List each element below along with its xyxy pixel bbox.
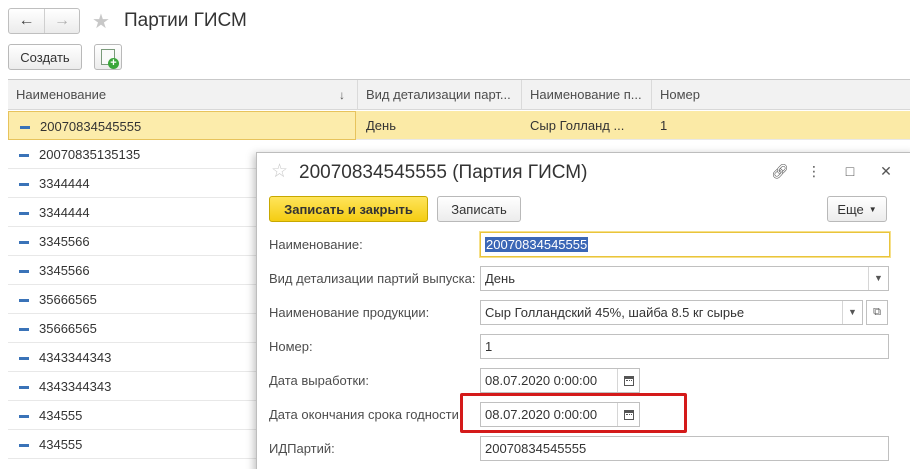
item-dash-icon <box>19 415 29 419</box>
name-label: Наименование: <box>269 237 363 252</box>
main-header: ← → ★ Партии ГИСМ <box>0 0 910 44</box>
row-name: 434555 <box>39 437 83 452</box>
write-button[interactable]: Записать <box>437 196 521 222</box>
chevron-down-icon[interactable]: ▼ <box>842 301 862 324</box>
row-name: 3345566 <box>39 234 90 249</box>
row-name: 4343344343 <box>39 379 112 394</box>
batch-id-field[interactable]: 20070834545555 <box>480 436 889 461</box>
detail-type-label: Вид детализации партий выпуска: <box>269 271 476 286</box>
table-row[interactable]: 20070834545555 День Сыр Голланд ... 1 <box>8 111 910 140</box>
row-detail-cell[interactable]: День <box>358 111 522 140</box>
item-dash-icon <box>19 444 29 448</box>
number-field[interactable]: 1 <box>480 334 889 359</box>
column-header-number[interactable]: Номер <box>652 80 910 110</box>
arrow-left-icon[interactable]: ← <box>9 9 44 33</box>
close-icon[interactable]: ✕ <box>879 163 893 180</box>
dialog-title: 20070834545555 (Партия ГИСМ) <box>299 162 588 183</box>
dialog-toolbar: Записать и закрыть Записать Еще ▼ <box>269 196 887 222</box>
item-dash-icon <box>19 357 29 361</box>
row-name: 20070835135135 <box>39 147 141 162</box>
column-header-product[interactable]: Наименование п... <box>522 80 652 110</box>
row-name: 4343344343 <box>39 350 112 365</box>
row-name: 3344444 <box>39 205 90 220</box>
row-name: 35666565 <box>39 321 97 336</box>
item-dash-icon <box>19 386 29 390</box>
red-highlight-frame <box>460 393 687 433</box>
chevron-down-icon: ▼ <box>868 204 877 214</box>
list-toolbar: Создать <box>8 44 122 70</box>
column-header-name[interactable]: Наименование ↓ <box>8 80 358 110</box>
row-name: 434555 <box>39 408 83 423</box>
production-date-label: Дата выработки: <box>269 373 370 388</box>
chevron-down-icon[interactable]: ▼ <box>868 267 888 290</box>
star-icon[interactable]: ☆ <box>271 160 288 183</box>
dialog-window-controls: 🔗︎ ⋮ □ ✕ <box>771 163 893 180</box>
form-row-detail: Вид детализации партий выпуска: День ▼ <box>269 266 889 291</box>
form-row-product: Наименование продукции: Сыр Голландский … <box>269 300 889 325</box>
form-row-production-date: Дата выработки: 08.07.2020 0:00:00 <box>269 368 889 393</box>
open-item-icon[interactable]: ⧉ <box>866 300 888 325</box>
sort-arrow-icon: ↓ <box>339 88 345 102</box>
calendar-icon[interactable] <box>617 369 639 392</box>
number-label: Номер: <box>269 339 313 354</box>
item-dash-icon <box>19 241 29 245</box>
row-name: 3344444 <box>39 176 90 191</box>
add-document-icon <box>101 49 119 69</box>
row-name: 20070834545555 <box>40 119 142 134</box>
form-row-batch-id: ИДПартий: 20070834545555 <box>269 436 889 461</box>
item-dash-icon <box>19 212 29 216</box>
write-and-close-button[interactable]: Записать и закрыть <box>269 196 428 222</box>
create-button[interactable]: Создать <box>8 44 82 70</box>
star-icon[interactable]: ★ <box>92 9 110 34</box>
detail-type-select[interactable]: День ▼ <box>480 266 889 291</box>
item-dash-icon <box>19 270 29 274</box>
production-date-field[interactable]: 08.07.2020 0:00:00 <box>480 368 640 393</box>
table-header: Наименование ↓ Вид детализации парт... Н… <box>8 80 910 110</box>
item-dash-icon <box>19 299 29 303</box>
arrow-right-icon[interactable]: → <box>43 9 79 33</box>
batch-id-label: ИДПартий: <box>269 441 335 456</box>
product-label: Наименование продукции: <box>269 305 430 320</box>
column-header-detail[interactable]: Вид детализации парт... <box>358 80 522 110</box>
form-row-number: Номер: 1 <box>269 334 889 359</box>
maximize-icon[interactable]: □ <box>843 163 857 180</box>
nav-buttons: ← → <box>8 8 80 34</box>
row-product-cell[interactable]: Сыр Голланд ... <box>522 111 652 140</box>
item-dash-icon <box>19 183 29 187</box>
row-name: 3345566 <box>39 263 90 278</box>
item-dash-icon <box>19 328 29 332</box>
row-name-cell[interactable]: 20070834545555 <box>8 111 356 140</box>
row-name: 35666565 <box>39 292 97 307</box>
name-field[interactable]: 20070834545555 <box>480 232 890 257</box>
add-copy-button[interactable] <box>94 44 122 70</box>
row-number-cell[interactable]: 1 <box>652 111 910 140</box>
product-select[interactable]: Сыр Голландский 45%, шайба 8.5 кг сырье … <box>480 300 863 325</box>
page-title: Партии ГИСМ <box>124 10 247 31</box>
more-button[interactable]: Еще ▼ <box>827 196 887 222</box>
more-vertical-icon[interactable]: ⋮ <box>807 163 821 180</box>
link-icon[interactable]: 🔗︎ <box>771 163 789 180</box>
form-row-name: Наименование: 20070834545555 <box>269 232 890 257</box>
expiry-date-label: Дата окончания срока годности: <box>269 407 463 422</box>
item-dash-icon <box>20 126 30 130</box>
item-dash-icon <box>19 154 29 158</box>
